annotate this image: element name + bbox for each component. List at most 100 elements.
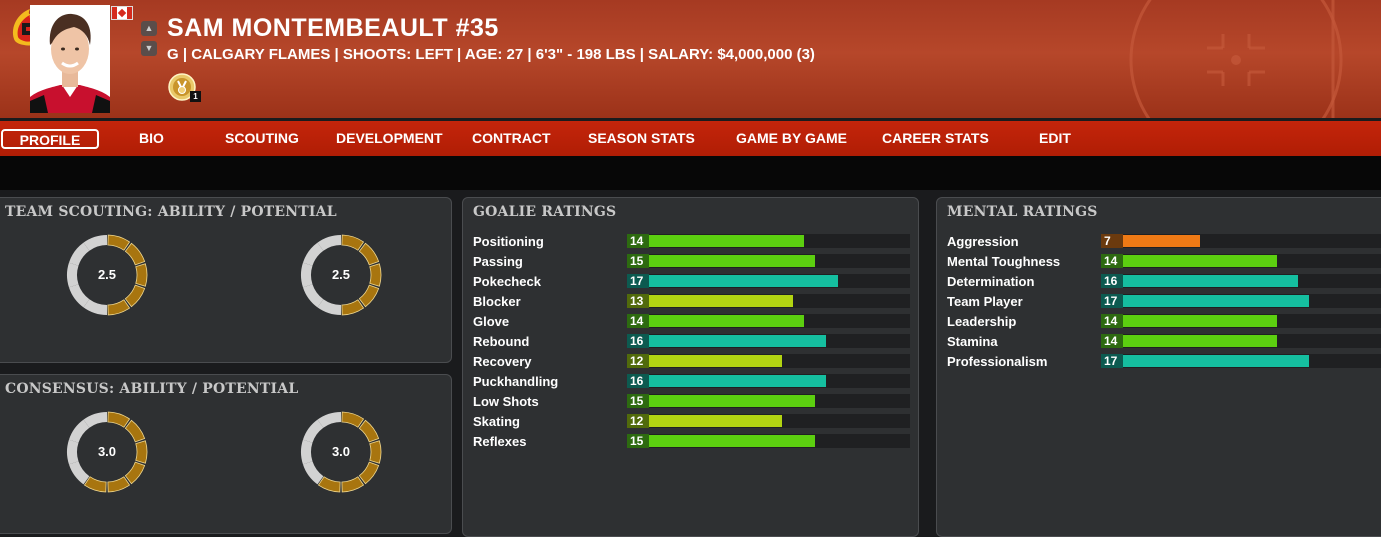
tab-season-stats[interactable]: SEASON STATS bbox=[588, 121, 695, 156]
goalie-rating-row: Puckhandling 16 bbox=[473, 374, 910, 389]
goalie-rating-row: Reflexes 15 bbox=[473, 434, 910, 449]
profile-nav-bar: PROFILE BIO SCOUTING DEVELOPMENT CONTRAC… bbox=[0, 121, 1381, 156]
mental-rating-label: Team Player bbox=[947, 294, 1023, 309]
mental-rating-bar-fill bbox=[1123, 315, 1277, 327]
mental-rating-label: Mental Toughness bbox=[947, 254, 1061, 269]
goalie-rating-bar-fill bbox=[649, 435, 815, 447]
goalie-rating-label: Passing bbox=[473, 254, 523, 269]
goalie-rating-value: 13 bbox=[627, 294, 649, 308]
mental-rating-bar-fill bbox=[1123, 235, 1200, 247]
goalie-rating-label: Rebound bbox=[473, 334, 530, 349]
mental-rating-label: Stamina bbox=[947, 334, 998, 349]
goalie-rating-value: 16 bbox=[627, 374, 649, 388]
next-player-arrow-icon[interactable]: ▼ bbox=[141, 41, 157, 56]
goalie-rating-label: Low Shots bbox=[473, 394, 539, 409]
goalie-rating-label: Reflexes bbox=[473, 434, 527, 449]
mental-rating-bar-track bbox=[1123, 234, 1381, 248]
canada-flag-icon bbox=[111, 6, 133, 20]
team-scouting-potential-value: 2.5 bbox=[331, 267, 351, 282]
goalie-rating-bar-track bbox=[649, 314, 910, 328]
goalie-rating-label: Puckhandling bbox=[473, 374, 559, 389]
goalie-rating-bar-fill bbox=[649, 255, 815, 267]
goalie-rating-label: Positioning bbox=[473, 234, 544, 249]
consensus-panel: CONSENSUS: ABILITY / POTENTIAL 3.0 3.0 bbox=[0, 374, 452, 534]
rink-faceoff-graphic bbox=[1129, 0, 1343, 118]
goalie-rating-row: Skating 12 bbox=[473, 414, 910, 429]
goalie-rating-value: 14 bbox=[627, 314, 649, 328]
mental-rating-row: Aggression 7 bbox=[947, 234, 1381, 249]
mental-rating-label: Aggression bbox=[947, 234, 1019, 249]
goalie-rating-row: Pokecheck 17 bbox=[473, 274, 910, 289]
goalie-rating-bar-track bbox=[649, 334, 910, 348]
mental-rating-bar-fill bbox=[1123, 255, 1277, 267]
mental-rating-bar-fill bbox=[1123, 295, 1309, 307]
goalie-rating-label: Skating bbox=[473, 414, 520, 429]
goalie-rating-bar-track bbox=[649, 274, 910, 288]
goalie-rating-value: 15 bbox=[627, 394, 649, 408]
player-name: SAM MONTEMBEAULT #35 bbox=[167, 14, 499, 42]
goalie-rating-bar-track bbox=[649, 394, 910, 408]
goalie-rating-value: 17 bbox=[627, 274, 649, 288]
goalie-rating-bar-track bbox=[649, 254, 910, 268]
mental-rating-bar-track bbox=[1123, 254, 1381, 268]
tab-game-by-game[interactable]: GAME BY GAME bbox=[736, 121, 847, 156]
goalie-rating-row: Passing 15 bbox=[473, 254, 910, 269]
goalie-rating-bar-fill bbox=[649, 315, 804, 327]
consensus-ability-value: 3.0 bbox=[97, 444, 117, 459]
tab-career-stats[interactable]: CAREER STATS bbox=[882, 121, 989, 156]
player-info: G | CALGARY FLAMES | SHOOTS: LEFT | AGE:… bbox=[167, 46, 815, 63]
consensus-potential-value: 3.0 bbox=[331, 444, 351, 459]
previous-player-arrow-icon[interactable]: ▲ bbox=[141, 21, 157, 36]
mental-rating-value: 7 bbox=[1101, 234, 1123, 248]
mental-rating-bar-track bbox=[1123, 354, 1381, 368]
tab-scouting[interactable]: SCOUTING bbox=[225, 121, 299, 156]
goalie-rating-bar-fill bbox=[649, 335, 826, 347]
goalie-rating-row: Glove 14 bbox=[473, 314, 910, 329]
mental-rating-row: Leadership 14 bbox=[947, 314, 1381, 329]
goalie-rating-bar-fill bbox=[649, 295, 793, 307]
team-scouting-title: TEAM SCOUTING: ABILITY / POTENTIAL bbox=[5, 204, 337, 220]
mental-rating-bar-track bbox=[1123, 314, 1381, 328]
player-header: ▲ ▼ SAM MONTEMBEAULT #35 G | CALGARY FLA… bbox=[0, 0, 1381, 118]
goalie-rating-value: 12 bbox=[627, 414, 649, 428]
goalie-ratings-panel: GOALIE RATINGS Positioning 14 Passing 15 Pok… bbox=[462, 197, 919, 537]
goalie-rating-value: 15 bbox=[627, 434, 649, 448]
goalie-rating-bar-track bbox=[649, 374, 910, 388]
goalie-rating-value: 14 bbox=[627, 234, 649, 248]
goalie-rating-row: Recovery 12 bbox=[473, 354, 910, 369]
mental-rating-label: Professionalism bbox=[947, 354, 1048, 369]
mental-ratings-panel: MENTAL RATINGS Aggression 7 Mental Toughne… bbox=[936, 197, 1381, 537]
goalie-rating-bar-fill bbox=[649, 355, 782, 367]
tab-development[interactable]: DEVELOPMENT bbox=[336, 121, 443, 156]
goalie-rating-bar-track bbox=[649, 294, 910, 308]
tab-bio[interactable]: BIO bbox=[139, 121, 164, 156]
goalie-rating-value: 12 bbox=[627, 354, 649, 368]
mental-rating-bar-fill bbox=[1123, 335, 1277, 347]
mental-rating-row: Determination 16 bbox=[947, 274, 1381, 289]
mental-rating-bar-track bbox=[1123, 274, 1381, 288]
tab-profile[interactable]: PROFILE bbox=[1, 129, 99, 149]
goalie-rating-label: Pokecheck bbox=[473, 274, 541, 289]
mental-rating-value: 17 bbox=[1101, 294, 1123, 308]
mental-rating-bar-fill bbox=[1123, 355, 1309, 367]
player-portrait bbox=[30, 5, 110, 113]
tab-edit[interactable]: EDIT bbox=[1039, 121, 1071, 156]
mental-ratings-title: MENTAL RATINGS bbox=[947, 204, 1098, 220]
goalie-rating-value: 16 bbox=[627, 334, 649, 348]
team-scouting-ability-value: 2.5 bbox=[97, 267, 117, 282]
tab-contract[interactable]: CONTRACT bbox=[472, 121, 551, 156]
mental-rating-row: Mental Toughness 14 bbox=[947, 254, 1381, 269]
goalie-rating-bar-fill bbox=[649, 415, 782, 427]
goalie-rating-label: Recovery bbox=[473, 354, 532, 369]
goalie-rating-bar-fill bbox=[649, 395, 815, 407]
goalie-rating-bar-track bbox=[649, 234, 910, 248]
goalie-rating-bar-track bbox=[649, 414, 910, 428]
goalie-rating-row: Blocker 13 bbox=[473, 294, 910, 309]
goalie-rating-bar-fill bbox=[649, 275, 838, 287]
goalie-rating-bar-track bbox=[649, 434, 910, 448]
goalie-rating-label: Glove bbox=[473, 314, 510, 329]
consensus-title: CONSENSUS: ABILITY / POTENTIAL bbox=[5, 381, 299, 397]
mental-rating-value: 16 bbox=[1101, 274, 1123, 288]
goalie-ratings-title: GOALIE RATINGS bbox=[473, 204, 617, 220]
mental-rating-bar-track bbox=[1123, 334, 1381, 348]
